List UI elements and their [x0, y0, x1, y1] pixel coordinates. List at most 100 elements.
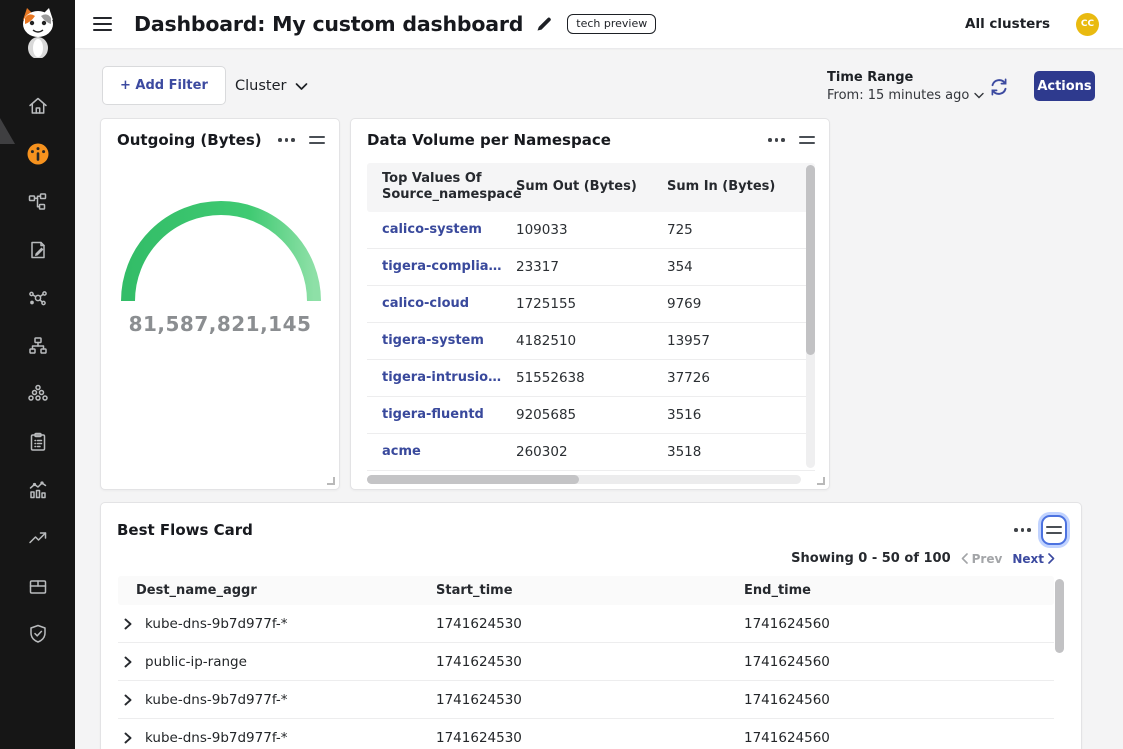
service-graph-icon[interactable]	[0, 178, 75, 226]
card-menu-icon[interactable]	[278, 134, 295, 146]
data-volume-card: Data Volume per Namespace Top Values Of …	[350, 118, 830, 490]
prev-label: Prev	[972, 552, 1003, 566]
card-title: Best Flows Card	[117, 521, 253, 539]
horizontal-scrollbar-thumb[interactable]	[367, 475, 579, 484]
endpoints-icon[interactable]	[0, 322, 75, 370]
expand-row-chevron-icon[interactable]	[124, 732, 132, 744]
chevron-down-icon	[974, 92, 984, 99]
statistics-icon[interactable]	[0, 466, 75, 514]
column-header: Sum Out (Bytes)	[516, 179, 667, 195]
table-row: tigera-system 4182510 13957	[367, 323, 815, 360]
card-drag-handle[interactable]	[799, 133, 815, 147]
sum-in-value: 354	[667, 259, 816, 275]
packages-icon[interactable]	[0, 562, 75, 610]
sum-out-value: 260302	[516, 444, 667, 460]
sum-out-value: 109033	[516, 222, 667, 238]
best-flows-card: Best Flows Card Showing 0 - 50 of 100 Pr…	[100, 502, 1082, 749]
card-drag-handle[interactable]	[309, 133, 325, 147]
namespace-link[interactable]: tigera-compliance	[382, 259, 516, 274]
start-time: 1741624530	[436, 692, 744, 708]
time-range-value[interactable]: From: 15 minutes ago	[827, 88, 984, 103]
flows-table: Dest_name_aggr Start_time End_time kube-…	[118, 576, 1054, 749]
policies-icon[interactable]	[0, 226, 75, 274]
card-title: Data Volume per Namespace	[367, 131, 611, 149]
column-header: Top Values Of Source_namespace	[382, 171, 516, 204]
column-header: Start_time	[436, 583, 744, 598]
all-clusters-selector[interactable]: All clusters	[965, 16, 1050, 32]
sum-in-value: 9769	[667, 296, 816, 312]
pagination: Showing 0 - 50 of 100 Prev Next	[791, 551, 1055, 566]
dashboard-gauge-icon[interactable]	[0, 130, 75, 178]
card-menu-icon[interactable]	[1014, 524, 1031, 536]
table-row: public-ip-range 1741624530 1741624560	[118, 643, 1054, 681]
chevron-right-icon	[1048, 553, 1055, 564]
sidebar-nav	[0, 64, 75, 658]
end-time: 1741624560	[744, 730, 1072, 746]
add-filter-button[interactable]: + Add Filter	[102, 66, 226, 105]
sum-out-value: 1725155	[516, 296, 667, 312]
namespace-link[interactable]: calico-cloud	[382, 296, 516, 311]
refresh-button[interactable]	[988, 76, 1010, 98]
card-title: Outgoing (Bytes)	[117, 131, 262, 149]
calico-cat-logo[interactable]	[0, 0, 75, 64]
next-page-button[interactable]: Next	[1012, 552, 1055, 566]
table-row: tigera-fluentd 9205685 3516	[367, 397, 815, 434]
horizontal-scrollbar-track	[367, 475, 801, 484]
expand-row-chevron-icon[interactable]	[124, 618, 132, 630]
user-avatar[interactable]: CC	[1076, 13, 1099, 36]
sum-in-value: 37726	[667, 370, 816, 386]
sum-in-value: 3516	[667, 407, 816, 423]
start-time: 1741624530	[436, 654, 744, 670]
table-header: Top Values Of Source_namespace Sum Out (…	[367, 163, 815, 212]
card-resize-handle[interactable]	[817, 477, 825, 485]
time-range-control: Time Range From: 15 minutes ago	[827, 70, 984, 103]
edit-dashboard-pencil-icon[interactable]	[535, 15, 553, 33]
table-row: tigera-compliance 23317 354	[367, 249, 815, 286]
sum-in-value: 3518	[667, 444, 816, 460]
expand-row-chevron-icon[interactable]	[124, 656, 132, 668]
vertical-scrollbar-thumb[interactable]	[806, 165, 815, 355]
home-icon[interactable]	[0, 82, 75, 130]
table-row: tigera-intrusion-d… 51552638 37726	[367, 360, 815, 397]
sum-out-value: 4182510	[516, 333, 667, 349]
clusters-icon[interactable]	[0, 370, 75, 418]
flow-visualizations-icon[interactable]	[0, 274, 75, 322]
compliance-reports-icon[interactable]	[0, 418, 75, 466]
sidebar	[0, 0, 75, 749]
sum-out-value: 23317	[516, 259, 667, 275]
trends-icon[interactable]	[0, 514, 75, 562]
end-time: 1741624560	[744, 692, 1072, 708]
chevron-down-icon	[295, 82, 308, 91]
dest-name: kube-dns-9b7d977f-*	[145, 616, 287, 632]
time-range-from: From: 15 minutes ago	[827, 88, 969, 103]
namespace-link[interactable]: tigera-system	[382, 333, 516, 348]
page-title: Dashboard: My custom dashboard	[134, 12, 523, 36]
table-row: calico-system 109033 725	[367, 212, 815, 249]
card-drag-handle-focused[interactable]	[1041, 515, 1067, 545]
column-header: Sum In (Bytes)	[667, 179, 816, 195]
sum-in-value: 13957	[667, 333, 816, 349]
vertical-scrollbar-thumb[interactable]	[1055, 579, 1064, 653]
table-header: Dest_name_aggr Start_time End_time	[118, 576, 1054, 605]
actions-button[interactable]: Actions	[1034, 71, 1095, 101]
tech-preview-badge: tech preview	[567, 14, 656, 34]
time-range-label: Time Range	[827, 70, 984, 85]
card-resize-handle[interactable]	[327, 477, 335, 485]
namespace-link[interactable]: acme	[382, 444, 516, 459]
hamburger-menu-icon[interactable]	[93, 11, 119, 37]
cluster-dropdown-label: Cluster	[235, 78, 286, 94]
card-menu-icon[interactable]	[768, 134, 785, 146]
table-row: kube-dns-9b7d977f-* 1741624530 174162456…	[118, 719, 1054, 749]
prev-page-button[interactable]: Prev	[961, 552, 1003, 566]
end-time: 1741624560	[744, 616, 1072, 632]
expand-row-chevron-icon[interactable]	[124, 694, 132, 706]
namespace-link[interactable]: tigera-intrusion-d…	[382, 370, 516, 385]
gauge-arc	[116, 187, 326, 309]
namespace-link[interactable]: tigera-fluentd	[382, 407, 516, 422]
topbar: Dashboard: My custom dashboard tech prev…	[75, 0, 1123, 48]
main-content: + Add Filter Cluster Time Range From: 15…	[75, 48, 1123, 749]
namespace-link[interactable]: calico-system	[382, 222, 516, 237]
cluster-dropdown[interactable]: Cluster	[235, 72, 308, 100]
showing-range-text: Showing 0 - 50 of 100	[791, 551, 950, 566]
security-shield-icon[interactable]	[0, 610, 75, 658]
